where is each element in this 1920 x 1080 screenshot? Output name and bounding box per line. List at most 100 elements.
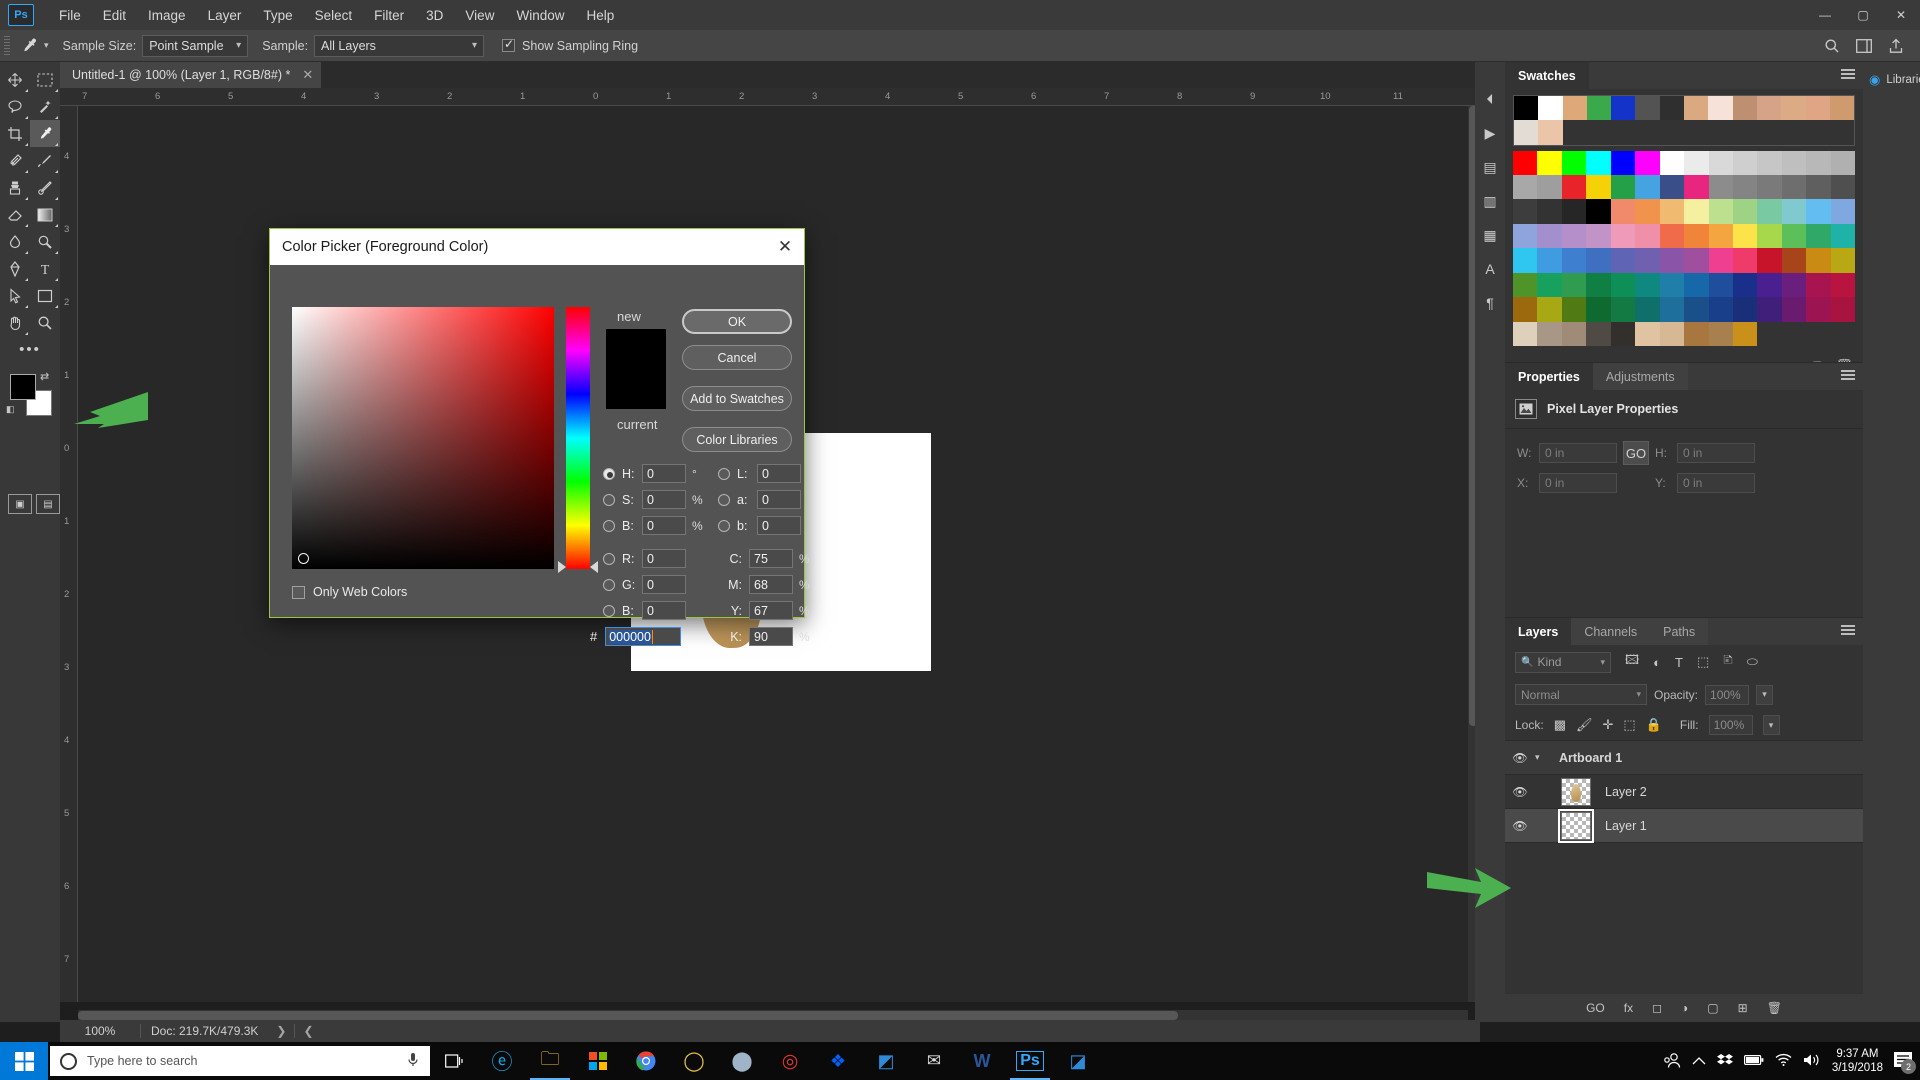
play-panel-icon[interactable]: ▶ bbox=[1475, 116, 1505, 150]
layer-row-layer-1[interactable]: 👁 Layer 1 bbox=[1505, 808, 1863, 843]
saturation-input[interactable]: 0 bbox=[642, 490, 686, 509]
swatch-cell[interactable] bbox=[1830, 150, 1856, 176]
tool-path-selection[interactable] bbox=[0, 282, 30, 309]
swatch-cell[interactable] bbox=[1561, 321, 1587, 347]
tool-edit-toolbar[interactable]: ••• bbox=[0, 336, 60, 363]
saturation-brightness-field[interactable] bbox=[292, 307, 554, 569]
swatch-cell[interactable] bbox=[1684, 297, 1709, 322]
only-web-colors-checkbox[interactable]: Only Web Colors bbox=[292, 585, 407, 599]
swatch-cell[interactable] bbox=[1537, 175, 1562, 200]
swatch-cell[interactable] bbox=[1586, 248, 1611, 273]
tool-type[interactable]: T bbox=[30, 255, 60, 282]
swatch-cell[interactable] bbox=[1757, 150, 1782, 176]
cyan-input[interactable]: 75 bbox=[749, 549, 793, 568]
tool-lasso[interactable] bbox=[0, 93, 30, 120]
swatch-cell[interactable] bbox=[1586, 321, 1611, 347]
yellow-input[interactable]: 67 bbox=[749, 601, 793, 620]
swatch-cell[interactable] bbox=[1732, 199, 1758, 224]
panel-menu-icon[interactable] bbox=[1841, 370, 1855, 382]
swatch-cell[interactable] bbox=[1610, 223, 1636, 249]
swatch-cell[interactable] bbox=[1757, 199, 1782, 224]
filter-toggle-icon[interactable]: ⬭ bbox=[1747, 654, 1758, 670]
fill-chevron-down-icon[interactable]: ▾ bbox=[1762, 715, 1780, 735]
swatch-cell[interactable] bbox=[1561, 150, 1587, 176]
tool-blur[interactable] bbox=[0, 228, 30, 255]
green-input[interactable]: 0 bbox=[642, 575, 686, 594]
share-icon[interactable] bbox=[1882, 33, 1910, 59]
swatch-cell[interactable] bbox=[1659, 175, 1685, 200]
hue-slider-handle-left-icon[interactable] bbox=[558, 561, 566, 573]
lab-b-input[interactable]: 0 bbox=[757, 516, 801, 535]
swatch-cell[interactable] bbox=[1830, 272, 1856, 298]
swatch-cell[interactable] bbox=[1562, 96, 1587, 121]
tab-adjustments[interactable]: Adjustments bbox=[1592, 363, 1688, 390]
hue-input[interactable]: 0 bbox=[642, 464, 686, 483]
filter-shape-icon[interactable]: ⬚ bbox=[1697, 654, 1709, 670]
tool-eyedropper[interactable] bbox=[30, 120, 60, 147]
show-sampling-ring-checkbox[interactable]: Show Sampling Ring bbox=[502, 37, 638, 53]
menu-file[interactable]: File bbox=[48, 4, 92, 27]
swatch-cell[interactable] bbox=[1635, 272, 1660, 298]
panel-menu-icon[interactable] bbox=[1841, 625, 1855, 637]
width-field[interactable]: 0 in bbox=[1539, 443, 1617, 463]
swatch-cell[interactable] bbox=[1513, 297, 1538, 322]
histogram-panel-icon[interactable]: ▦ bbox=[1475, 218, 1505, 252]
people-icon[interactable] bbox=[1663, 1052, 1681, 1071]
swatch-cell[interactable] bbox=[1635, 199, 1660, 224]
swatch-cell[interactable] bbox=[1610, 248, 1636, 273]
swatch-cell[interactable] bbox=[1659, 248, 1685, 273]
swatch-cell[interactable] bbox=[1684, 272, 1709, 298]
add-to-swatches-button[interactable]: Add to Swatches bbox=[682, 386, 792, 411]
swatch-cell[interactable] bbox=[1561, 272, 1587, 298]
layer-thumbnail[interactable] bbox=[1561, 777, 1591, 806]
app-teal-icon[interactable]: ◪ bbox=[1054, 1042, 1102, 1080]
swatch-cell[interactable] bbox=[1805, 96, 1830, 121]
tab-channels[interactable]: Channels bbox=[1571, 618, 1651, 645]
swatch-cell[interactable] bbox=[1610, 321, 1636, 347]
menu-select[interactable]: Select bbox=[304, 4, 364, 27]
swatch-cell[interactable] bbox=[1659, 199, 1685, 224]
chrome-icon[interactable] bbox=[622, 1042, 670, 1080]
swatch-cell[interactable] bbox=[1537, 272, 1562, 298]
swatch-cell[interactable] bbox=[1757, 223, 1782, 249]
options-bar-grip[interactable] bbox=[4, 35, 10, 56]
dropbox-tray-icon[interactable] bbox=[1716, 1053, 1733, 1070]
file-explorer-icon[interactable]: 🗀 bbox=[526, 1042, 574, 1080]
black-input[interactable]: 90 bbox=[749, 627, 793, 646]
magenta-input[interactable]: 68 bbox=[749, 575, 793, 594]
swatch-cell[interactable] bbox=[1757, 272, 1782, 298]
search-icon[interactable] bbox=[1818, 33, 1846, 59]
hue-slider-handle-right-icon[interactable] bbox=[590, 561, 598, 573]
action-center-icon[interactable]: 2 bbox=[1894, 1052, 1916, 1074]
minimize-button[interactable]: — bbox=[1806, 0, 1844, 30]
swatch-cell[interactable] bbox=[1610, 199, 1636, 224]
height-field[interactable]: 0 in bbox=[1677, 443, 1755, 463]
lab-a-input[interactable]: 0 bbox=[757, 490, 801, 509]
swatch-cell[interactable] bbox=[1610, 272, 1636, 298]
lab-l-input[interactable]: 0 bbox=[757, 464, 801, 483]
swatch-cell[interactable] bbox=[1732, 150, 1758, 176]
swatch-cell[interactable] bbox=[1514, 120, 1539, 145]
swatch-cell[interactable] bbox=[1829, 96, 1855, 121]
show-hidden-icons-chevron-up-icon[interactable] bbox=[1692, 1054, 1706, 1069]
radio-green[interactable] bbox=[603, 578, 615, 591]
swatch-cell[interactable] bbox=[1537, 248, 1562, 273]
swatch-cell[interactable] bbox=[1684, 321, 1709, 347]
swatch-cell[interactable] bbox=[1561, 248, 1587, 273]
layer-row-layer-2[interactable]: 👁 Layer 2 bbox=[1505, 775, 1863, 809]
swatch-cell[interactable] bbox=[1830, 297, 1856, 322]
new-adjustment-layer-icon[interactable]: ◑ bbox=[1681, 1001, 1688, 1015]
mail-icon[interactable]: ✉ bbox=[910, 1042, 958, 1080]
swatch-cell[interactable] bbox=[1684, 223, 1709, 249]
swatch-cell[interactable] bbox=[1561, 175, 1587, 200]
swatch-cell[interactable] bbox=[1708, 199, 1733, 224]
microphone-icon[interactable] bbox=[406, 1052, 420, 1071]
color-libraries-button[interactable]: Color Libraries bbox=[682, 427, 792, 452]
tool-move[interactable] bbox=[0, 66, 30, 93]
swatch-cell[interactable] bbox=[1561, 199, 1587, 224]
menu-image[interactable]: Image bbox=[137, 4, 197, 27]
tool-marquee[interactable] bbox=[30, 66, 60, 93]
tool-pen[interactable] bbox=[0, 255, 30, 282]
lock-artboard-nesting-icon[interactable]: ⬚ bbox=[1623, 717, 1635, 733]
word-icon[interactable]: W bbox=[958, 1042, 1006, 1080]
